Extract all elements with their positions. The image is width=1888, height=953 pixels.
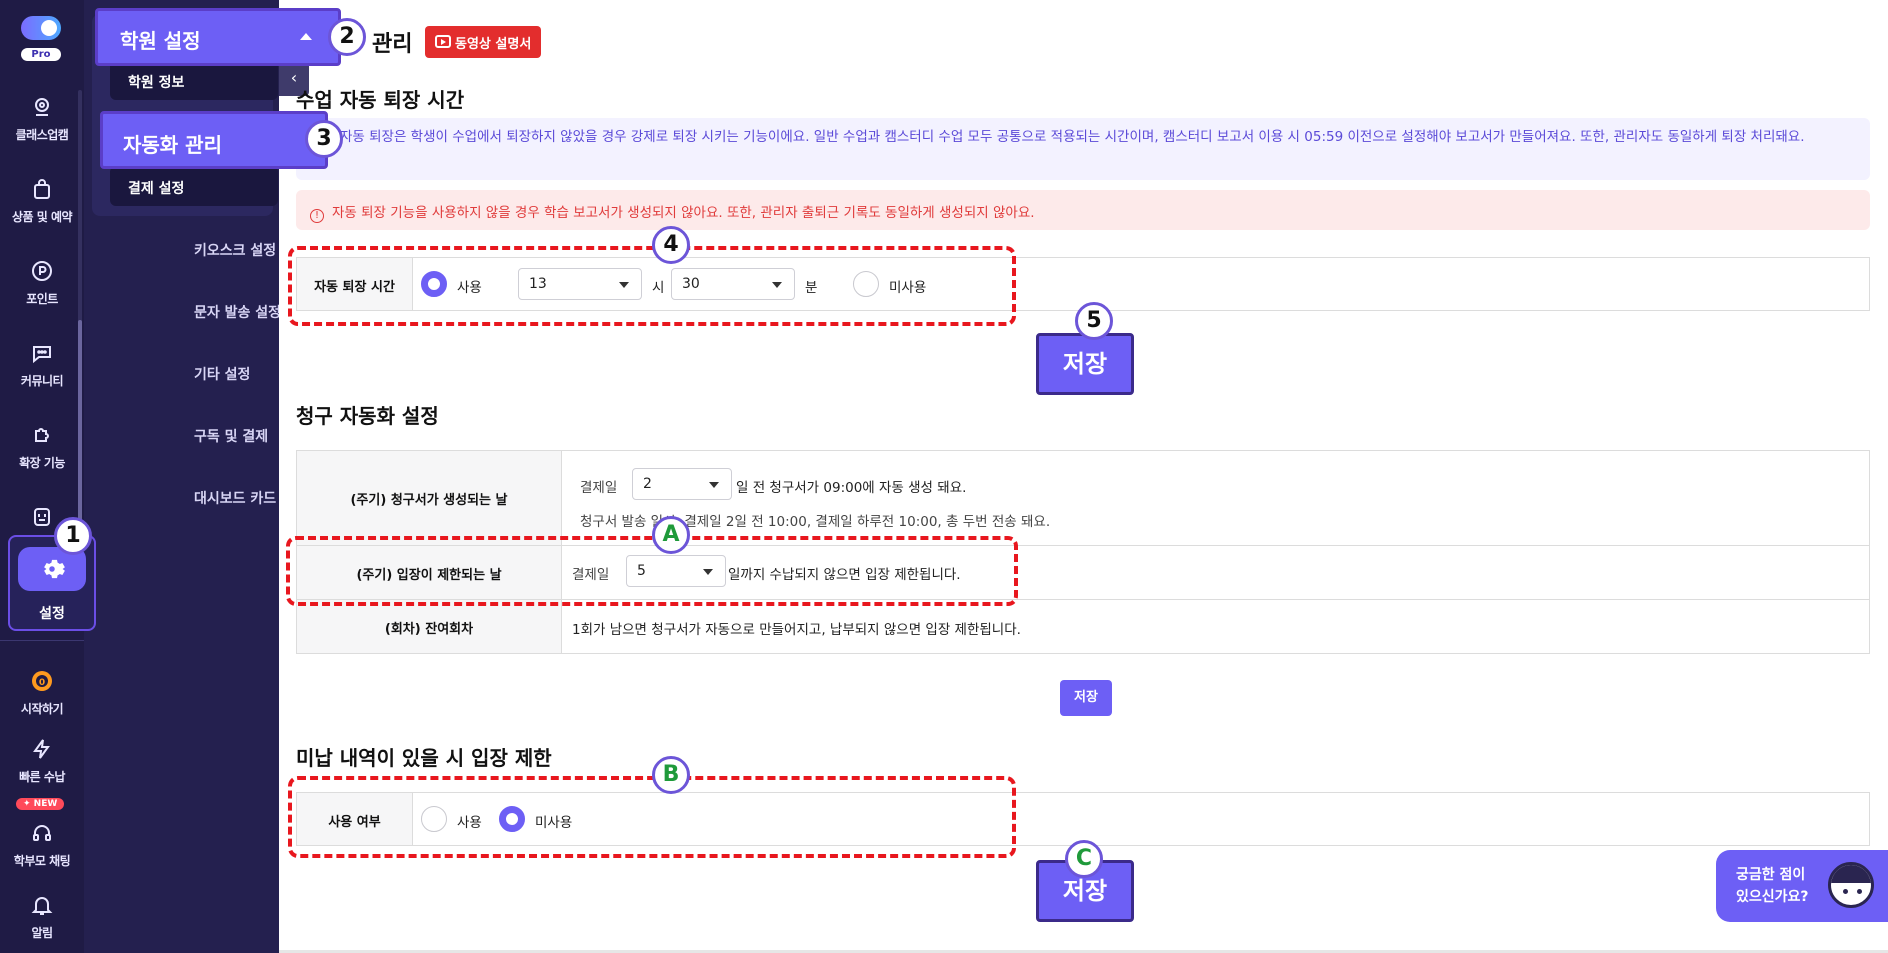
support-avatar-icon <box>1828 862 1874 908</box>
annotation-box-a <box>286 536 1018 606</box>
pin-icon <box>29 94 55 120</box>
billing-save-button[interactable]: 저장 <box>1060 680 1112 716</box>
step-marker-b: B <box>652 756 690 794</box>
submenu-group-header[interactable]: 학원 설정 <box>95 8 341 66</box>
icon-rail: Pro 클래스업캠 상품 및 예약 포인트 커뮤니티 확장 기능 0 시작하기 … <box>0 0 84 953</box>
section-title-auto-exit: 수업 자동 퇴장 시간 <box>296 88 465 112</box>
annotation-box-4 <box>288 246 1016 326</box>
row1-prefix: 결제일 <box>580 480 618 496</box>
chat-icon <box>29 340 55 366</box>
video-guide-button[interactable]: 동영상 설명서 <box>425 26 542 58</box>
alert-icon: ! <box>310 209 324 223</box>
logo-toggle-icon <box>21 16 61 40</box>
submenu-item-automation[interactable]: 자동화 관리 <box>100 111 328 169</box>
page-title: 관리 <box>372 32 413 57</box>
start-icon: 0 <box>29 668 55 694</box>
chevron-up-icon <box>300 33 312 40</box>
step-marker-3: 3 <box>305 120 343 158</box>
step-marker-4: 4 <box>652 226 690 264</box>
rail-item-community[interactable]: 커뮤니티 <box>0 340 84 389</box>
rail-item-classupcam[interactable]: 클래스업캠 <box>0 94 84 143</box>
auto-exit-warning: ! 자동 퇴장 기능을 사용하지 않을 경우 학습 보고서가 생성되지 않아요. … <box>296 190 1870 230</box>
video-icon <box>435 35 451 48</box>
rail-item-alerts[interactable]: 알림 <box>0 892 84 941</box>
submenu-item-academy-info[interactable]: 학원 정보 <box>110 60 278 100</box>
app-logo[interactable]: Pro <box>14 14 68 68</box>
annotation-box-b <box>288 776 1016 858</box>
billing-row3-label: (회차) 잔여회차 <box>297 599 562 653</box>
svg-text:0: 0 <box>39 678 45 688</box>
point-icon <box>29 258 55 284</box>
step-marker-1: 1 <box>54 517 92 555</box>
kiosk-icon <box>29 504 55 530</box>
rail-item-quick-pay[interactable]: 빠른 수납 <box>0 736 84 785</box>
step-marker-2: 2 <box>328 18 366 56</box>
rail-item-points[interactable]: 포인트 <box>0 258 84 307</box>
bolt-icon <box>29 736 55 762</box>
help-chat-button[interactable]: 궁금한 점이 있으신가요? <box>1716 850 1888 922</box>
rail-item-extensions[interactable]: 확장 기능 <box>0 422 84 471</box>
row1-suffix: 일 전 청구서가 09:00에 자동 생성 돼요. <box>736 480 967 496</box>
rail-divider <box>0 640 84 641</box>
bell-icon <box>29 892 55 918</box>
new-badge: ✦ NEW <box>16 798 65 810</box>
puzzle-icon <box>29 422 55 448</box>
auto-exit-info: 자동 퇴장은 학생이 수업에서 퇴장하지 않았을 경우 강제로 퇴장 시키는 기… <box>296 118 1870 180</box>
rail-item-parent-chat[interactable]: 학부모 채팅 <box>0 820 84 869</box>
auto-exit-save-button[interactable]: 저장 <box>1036 333 1134 395</box>
step-marker-a: A <box>652 516 690 554</box>
headset-icon <box>29 820 55 846</box>
pro-badge: Pro <box>21 48 61 61</box>
billing-row1-label: (주기) 청구서가 생성되는 날 <box>297 451 562 545</box>
row1-note: 청구서 발송 일시: 결제일 2일 전 10:00, 결제일 하루전 10:00… <box>580 514 1051 530</box>
billing-days-select[interactable]: 2 <box>632 468 732 500</box>
chevron-down-icon <box>709 482 719 488</box>
rail-item-products[interactable]: 상품 및 예약 <box>0 176 84 225</box>
step-marker-5: 5 <box>1075 302 1113 340</box>
row3-text: 1회가 남으면 청구서가 자동으로 만들어지고, 납부되지 않으면 입장 제한됩… <box>572 622 1021 638</box>
section-title-billing: 청구 자동화 설정 <box>296 404 439 428</box>
submenu-item-payment-settings[interactable]: 결제 설정 <box>110 166 278 206</box>
bag-icon <box>29 176 55 202</box>
settings-label: 설정 <box>39 606 65 622</box>
section-title-unpaid: 미납 내역이 있을 시 입장 제한 <box>296 746 552 770</box>
rail-item-start[interactable]: 0 시작하기 <box>0 668 84 717</box>
step-marker-c: C <box>1065 840 1103 878</box>
